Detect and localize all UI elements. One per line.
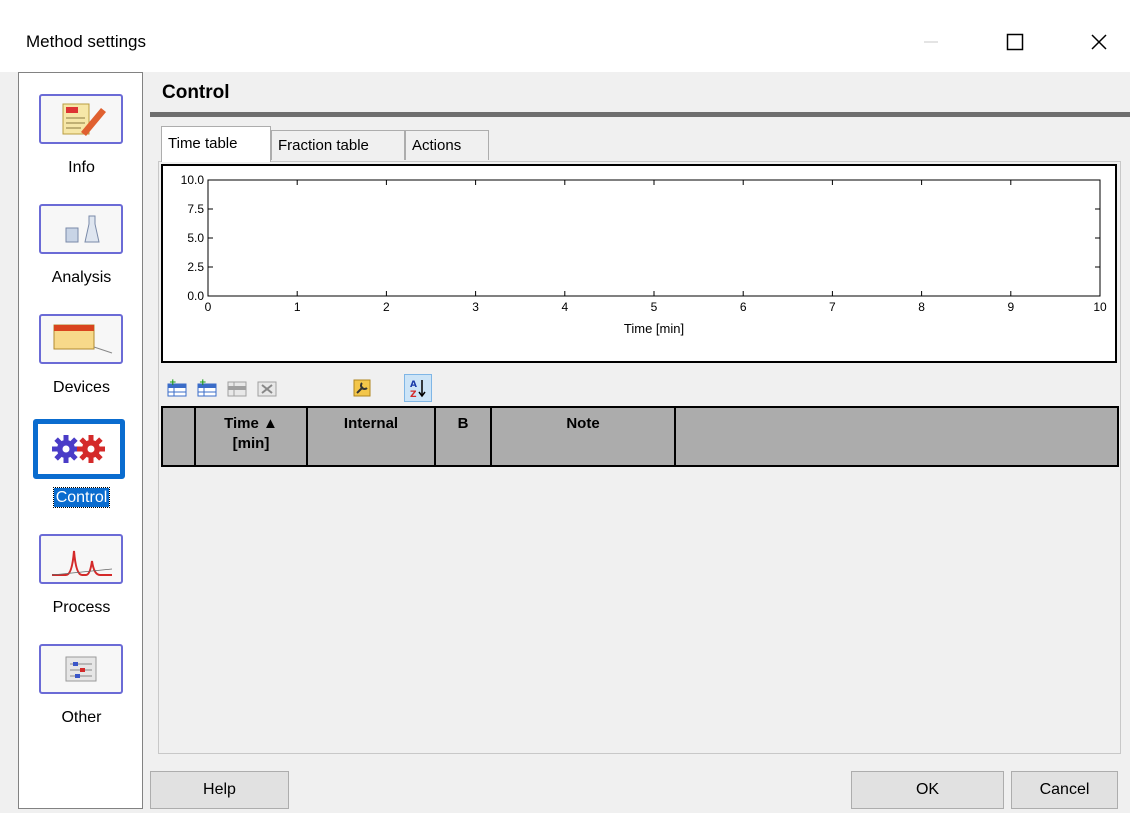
delete-row-disabled-icon bbox=[257, 381, 277, 397]
sort-az-icon: A Z bbox=[410, 380, 426, 399]
x-axis-label: Time [min] bbox=[624, 321, 684, 336]
column-header-label: Internal bbox=[343, 415, 399, 432]
section-divider bbox=[150, 112, 1130, 117]
minimize-button[interactable] bbox=[906, 22, 956, 62]
sidebar-item-label: Other bbox=[61, 709, 102, 726]
sidebar-item-info[interactable]: Info bbox=[19, 81, 144, 181]
chart-svg: 0 1 2 3 4 5 6 7 8 9 10 0.0 2.5 5.0 7.5 10.0 Time [min] bbox=[181, 173, 1107, 336]
close-icon bbox=[1091, 34, 1107, 50]
sidebar-item-control[interactable]: Control bbox=[19, 411, 144, 511]
sidebar-item-process[interactable]: Process bbox=[19, 521, 144, 621]
column-header-time[interactable]: Time ▲ [min] bbox=[196, 408, 308, 465]
settings-button[interactable] bbox=[348, 374, 376, 402]
x-tick-label: 7 bbox=[829, 300, 836, 314]
sidebar-item-devices[interactable]: Devices bbox=[19, 301, 144, 401]
insert-row-icon: + bbox=[167, 378, 187, 397]
time-table-chart: 0 1 2 3 4 5 6 7 8 9 10 0.0 2.5 5.0 7.5 10.0 Time [min] bbox=[161, 164, 1117, 363]
notepad-pen-icon bbox=[39, 94, 123, 144]
settings-sliders-icon bbox=[39, 644, 123, 694]
svg-text:A: A bbox=[410, 380, 417, 390]
wrench-icon bbox=[353, 379, 371, 397]
sidebar-item-analysis[interactable]: Analysis bbox=[19, 191, 144, 291]
x-tick-label: 3 bbox=[472, 300, 479, 314]
y-tick-label: 0.0 bbox=[187, 289, 204, 303]
tab-fraction-table[interactable]: Fraction table bbox=[271, 130, 405, 160]
sidebar-item-label: Analysis bbox=[51, 269, 112, 286]
device-module-icon bbox=[39, 314, 123, 364]
y-tick-label: 5.0 bbox=[187, 231, 204, 245]
x-tick-label: 9 bbox=[1007, 300, 1014, 314]
column-header-internal[interactable]: Internal bbox=[308, 408, 436, 465]
append-row-button[interactable]: + bbox=[193, 374, 221, 402]
sort-button[interactable]: A Z bbox=[404, 374, 432, 402]
column-header-note[interactable]: Note bbox=[492, 408, 676, 465]
y-tick-label: 10.0 bbox=[181, 173, 205, 187]
sidebar-item-label: Control bbox=[52, 487, 111, 508]
svg-text:+: + bbox=[199, 378, 207, 388]
insert-row-button[interactable]: + bbox=[163, 374, 191, 402]
close-button[interactable] bbox=[1074, 22, 1124, 62]
section-title: Control bbox=[162, 82, 230, 103]
column-header-label: Time ▲ bbox=[224, 415, 278, 432]
insert-row-disabled-button[interactable] bbox=[223, 374, 251, 402]
sidebar: Info Analysis Devices Control Process Ot… bbox=[18, 72, 143, 809]
plot-area bbox=[207, 179, 1101, 297]
sidebar-item-label: Devices bbox=[53, 379, 110, 396]
append-row-icon: + bbox=[197, 378, 217, 397]
x-tick-label: 2 bbox=[383, 300, 390, 314]
column-header-unit: [min] bbox=[232, 435, 270, 452]
beaker-flask-icon bbox=[39, 204, 123, 254]
window-title: Method settings bbox=[26, 32, 147, 51]
sidebar-item-label: Info bbox=[68, 159, 95, 176]
grid-header: Time ▲ [min] Internal B Note bbox=[161, 406, 1119, 467]
gears-icon bbox=[33, 419, 125, 479]
table-toolbar: + + A Z bbox=[163, 372, 563, 408]
row-selector-header bbox=[163, 408, 196, 465]
x-tick-label: 10 bbox=[1093, 300, 1107, 314]
time-table-grid: Time ▲ [min] Internal B Note bbox=[161, 406, 1119, 753]
x-tick-label: 5 bbox=[651, 300, 658, 314]
minimize-icon bbox=[924, 41, 938, 43]
sidebar-item-label: Process bbox=[52, 599, 111, 616]
svg-text:Z: Z bbox=[410, 390, 417, 399]
cancel-button[interactable]: Cancel bbox=[1011, 771, 1118, 809]
column-header-label: B bbox=[457, 415, 469, 432]
column-header-b[interactable]: B bbox=[436, 408, 492, 465]
x-tick-label: 8 bbox=[918, 300, 925, 314]
maximize-icon bbox=[1006, 33, 1024, 51]
y-tick-label: 2.5 bbox=[187, 260, 204, 274]
title-bar: Method settings bbox=[0, 0, 1130, 72]
chromatogram-peaks-icon bbox=[39, 534, 123, 584]
insert-row-disabled-icon bbox=[227, 381, 247, 397]
column-header-label: Note bbox=[566, 415, 600, 432]
help-button[interactable]: Help bbox=[150, 771, 289, 809]
tab-time-table[interactable]: Time table bbox=[161, 126, 271, 162]
sidebar-item-other[interactable]: Other bbox=[19, 631, 144, 731]
tab-actions[interactable]: Actions bbox=[405, 130, 489, 160]
svg-text:+: + bbox=[169, 378, 177, 388]
ok-button[interactable]: OK bbox=[851, 771, 1004, 809]
y-tick-label: 7.5 bbox=[187, 202, 204, 216]
delete-row-disabled-button[interactable] bbox=[253, 374, 281, 402]
x-tick-label: 4 bbox=[561, 300, 568, 314]
x-tick-label: 1 bbox=[294, 300, 301, 314]
x-tick-label: 0 bbox=[205, 300, 212, 314]
maximize-button[interactable] bbox=[990, 22, 1040, 62]
x-tick-label: 6 bbox=[740, 300, 747, 314]
